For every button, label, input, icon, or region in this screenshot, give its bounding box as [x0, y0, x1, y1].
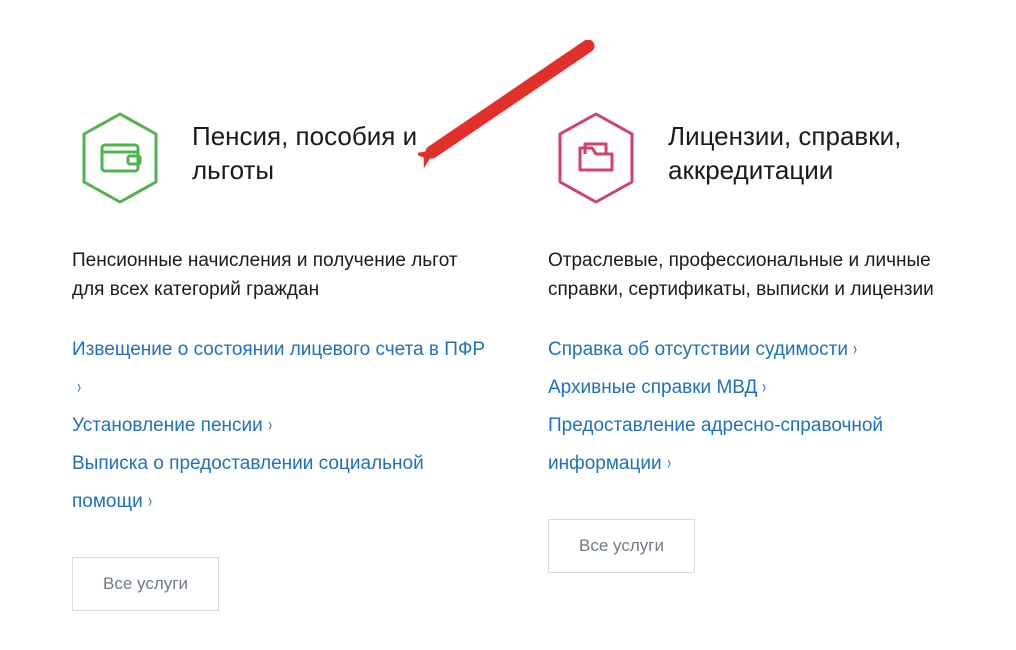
service-link[interactable]: Выписка о предоставлении социальной помо…	[72, 445, 492, 521]
link-text: Справка об отсутствии судимости	[548, 339, 848, 360]
chevron-right-icon: ›	[148, 483, 152, 521]
wallet-icon	[72, 110, 168, 206]
card-title: Пенсия, пособия и льготы	[192, 120, 492, 188]
link-text: Извещение о состоянии лицевого счета в П…	[72, 339, 485, 360]
service-card-pension: Пенсия, пособия и льготы Пенсионные начи…	[72, 110, 492, 611]
chevron-right-icon: ›	[77, 369, 81, 407]
folder-icon	[548, 110, 644, 206]
all-services-button[interactable]: Все услуги	[548, 519, 695, 573]
service-link[interactable]: Предоставление адресно-справочной информ…	[548, 407, 978, 483]
service-link[interactable]: Справка об отсутствии судимости›	[548, 331, 978, 369]
service-link[interactable]: Извещение о состоянии лицевого счета в П…	[72, 331, 492, 407]
card-description: Пенсионные начисления и получение льгот …	[72, 246, 492, 305]
link-text: Архивные справки МВД	[548, 377, 757, 398]
links-list: Справка об отсутствии судимости› Архивны…	[548, 331, 978, 483]
services-container: Пенсия, пособия и льготы Пенсионные начи…	[0, 0, 1016, 611]
link-text: Выписка о предоставлении социальной помо…	[72, 453, 424, 512]
service-card-licenses: Лицензии, справки, аккредитации Отраслев…	[548, 110, 978, 611]
chevron-right-icon: ›	[268, 407, 272, 445]
service-link[interactable]: Установление пенсии›	[72, 407, 492, 445]
link-text: Предоставление адресно-справочной информ…	[548, 415, 883, 474]
chevron-right-icon: ›	[667, 445, 671, 483]
chevron-right-icon: ›	[763, 369, 767, 407]
card-description: Отраслевые, профессиональные и личные сп…	[548, 246, 978, 305]
link-text: Установление пенсии	[72, 415, 263, 436]
card-header: Лицензии, справки, аккредитации	[548, 110, 978, 206]
chevron-right-icon: ›	[853, 331, 857, 369]
all-services-button[interactable]: Все услуги	[72, 557, 219, 611]
service-link[interactable]: Архивные справки МВД ›	[548, 369, 978, 407]
card-title: Лицензии, справки, аккредитации	[668, 120, 978, 188]
links-list: Извещение о состоянии лицевого счета в П…	[72, 331, 492, 521]
card-header: Пенсия, пособия и льготы	[72, 110, 492, 206]
